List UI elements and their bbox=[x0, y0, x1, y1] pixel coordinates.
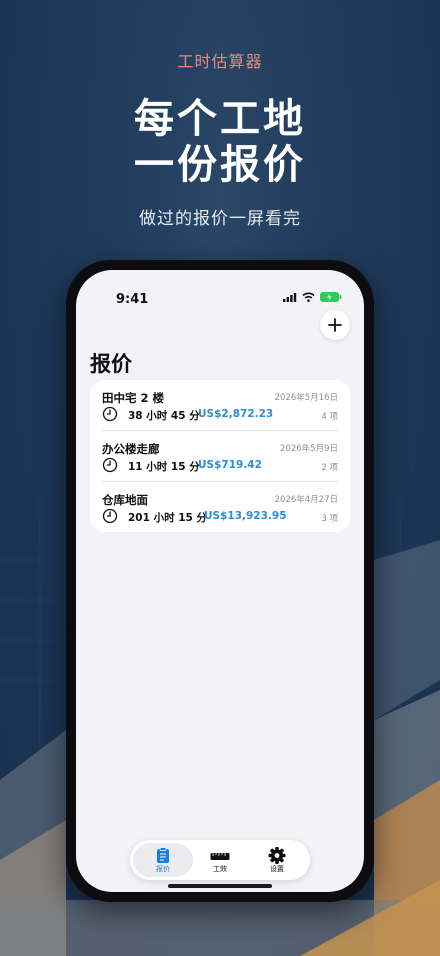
quote-name: 办公楼走廊 bbox=[102, 442, 160, 456]
quote-hours: 11 小时 15 分 bbox=[128, 461, 200, 473]
quote-row[interactable]: 仓库地面 2026年4月27日 201 小时 15 分 US$13,923.95… bbox=[90, 482, 350, 532]
tab-productivity[interactable]: 工效 bbox=[190, 843, 250, 877]
headline-line-2: 一份报价 bbox=[134, 142, 306, 188]
quote-list: 田中宅 2 楼 2026年5月16日 38 小时 45 分 US$2,872.2… bbox=[90, 380, 350, 532]
quote-date: 2026年5月16日 bbox=[274, 393, 338, 403]
tab-bar: 报价 工效 设置 bbox=[130, 840, 310, 880]
tab-settings[interactable]: 设置 bbox=[247, 843, 307, 877]
quote-item-count: 4 项 bbox=[321, 412, 338, 422]
plus-icon bbox=[328, 318, 342, 332]
status-icons bbox=[283, 292, 342, 302]
quote-hours: 201 小时 15 分 bbox=[128, 512, 207, 524]
quote-row[interactable]: 田中宅 2 楼 2026年5月16日 38 小时 45 分 US$2,872.2… bbox=[90, 380, 350, 430]
quote-item-count: 3 项 bbox=[321, 514, 338, 524]
tab-label: 工效 bbox=[213, 865, 227, 873]
headline-line-1: 每个工地 bbox=[134, 96, 306, 142]
page-title: 报价 bbox=[90, 352, 132, 376]
quote-name: 田中宅 2 楼 bbox=[102, 391, 165, 405]
headline: 每个工地 一份报价 bbox=[0, 96, 440, 188]
quote-row[interactable]: 办公楼走廊 2026年5月9日 11 小时 15 分 US$719.42 2 项 bbox=[90, 431, 350, 481]
clock-icon bbox=[102, 406, 118, 422]
quote-hours: 38 小时 45 分 bbox=[128, 410, 200, 422]
quote-date: 2026年5月9日 bbox=[280, 444, 338, 454]
tab-quotes[interactable]: 报价 bbox=[133, 843, 193, 877]
clipboard-icon bbox=[157, 847, 169, 863]
wifi-icon bbox=[302, 292, 315, 302]
quote-price: US$13,923.95 bbox=[204, 510, 287, 522]
quote-name: 仓库地面 bbox=[102, 493, 148, 507]
add-quote-button[interactable] bbox=[320, 310, 350, 340]
battery-icon bbox=[320, 292, 342, 302]
tab-label: 设置 bbox=[270, 865, 284, 873]
status-time: 9:41 bbox=[116, 292, 149, 307]
quote-price: US$2,872.23 bbox=[198, 408, 274, 420]
phone-screen: 9:41 报价 田中宅 2 楼 2026年5月16日 38 小时 45 分 US… bbox=[76, 270, 364, 892]
ruler-icon bbox=[210, 853, 230, 860]
tab-label: 报价 bbox=[156, 865, 170, 873]
quote-date: 2026年4月27日 bbox=[274, 495, 338, 505]
home-indicator bbox=[168, 884, 272, 888]
clock-icon bbox=[102, 457, 118, 473]
clock-icon bbox=[102, 508, 118, 524]
quote-price: US$719.42 bbox=[198, 459, 262, 471]
signal-icon bbox=[283, 292, 297, 302]
quote-item-count: 2 项 bbox=[321, 463, 338, 473]
phone-frame: 9:41 报价 田中宅 2 楼 2026年5月16日 38 小时 45 分 US… bbox=[66, 260, 374, 902]
app-name: 工时估算器 bbox=[177, 52, 263, 71]
gear-icon bbox=[268, 847, 286, 864]
subheadline: 做过的报价一屏看完 bbox=[139, 209, 301, 229]
